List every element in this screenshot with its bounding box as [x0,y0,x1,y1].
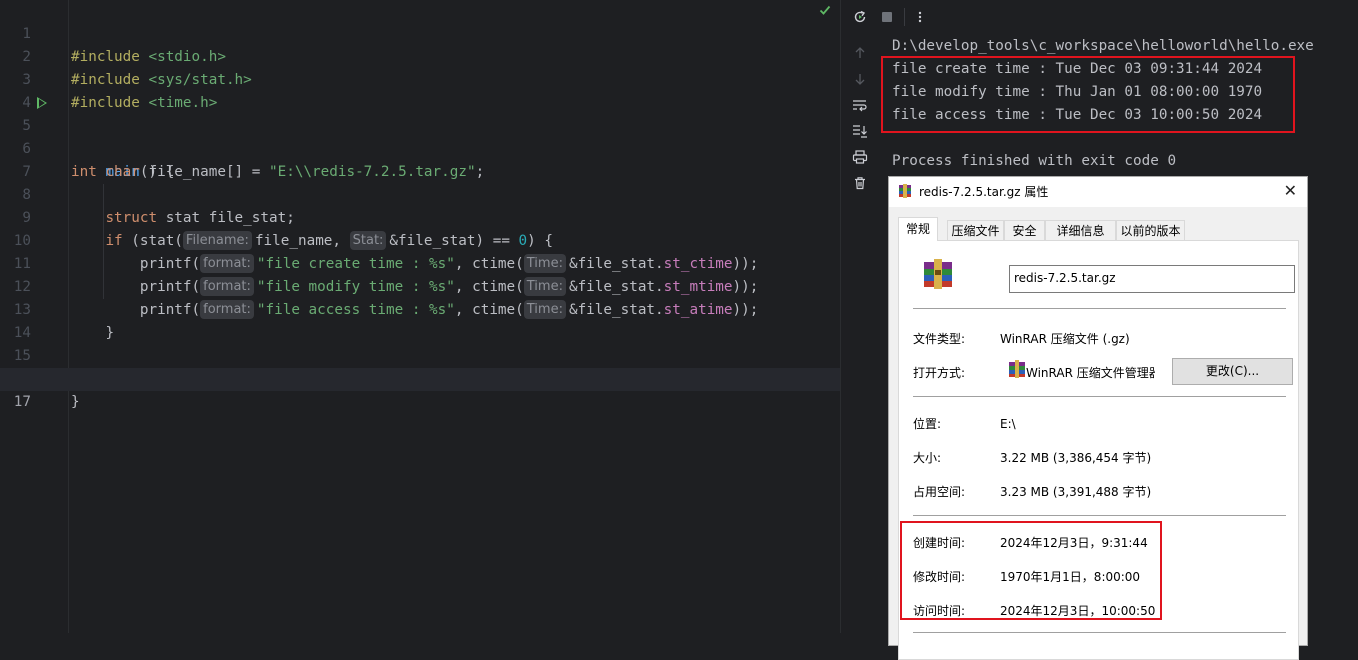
code-line-3[interactable]: 3 #include <time.h> [0,46,840,111]
soft-wrap-icon[interactable] [849,94,871,116]
tab-previous-versions[interactable]: 以前的版本 [1116,220,1185,240]
console-exit-message: Process finished with exit code 0 [892,153,1177,169]
divider [913,396,1286,397]
code-line-15[interactable]: 15 return 0; [0,322,840,387]
location-label: 位置: [913,417,942,431]
dialog-titlebar[interactable]: redis-7.2.5.tar.gz 属性 ✕ [889,177,1307,207]
open-with-label: 打开方式: [913,366,966,380]
size-label: 大小: [913,451,942,465]
location-value: E:\ [1000,417,1016,431]
file-type-value: WinRAR 压缩文件 (.gz) [1000,332,1130,346]
code-editor[interactable]: 1 #include <stdio.h> 2 #include <sys/sta… [0,0,840,633]
more-options-icon[interactable] [909,6,931,28]
code-line-7[interactable]: 7 [0,138,840,180]
tab-details[interactable]: 详细信息 [1045,220,1116,240]
code-line-12[interactable]: 12 printf(format: "file access time : %s"… [0,253,840,319]
divider [913,515,1286,516]
code-line-2[interactable]: 2 #include <sys/stat.h> [0,23,840,88]
code-line-1[interactable]: 1 #include <stdio.h> [0,0,840,65]
code-token: } [71,394,80,410]
close-icon[interactable]: ✕ [1284,183,1297,199]
scroll-to-end-icon[interactable] [849,120,871,142]
dialog-title: redis-7.2.5.tar.gz 属性 [919,185,1049,199]
tab-general[interactable]: 常规 [898,217,938,241]
highlight-box-console [881,56,1295,133]
code-line-16[interactable]: 16 } [0,345,840,410]
disk-size-label: 占用空间: [913,485,966,499]
winrar-app-icon [1009,360,1025,378]
code-line-6[interactable]: 6 char file_name[] = "E:\\redis-7.2.5.ta… [0,115,840,180]
open-with-value: WinRAR 压缩文件管理器 [1026,366,1155,380]
rerun-icon[interactable] [849,6,871,28]
code-line-17[interactable]: 17 [0,368,840,410]
code-line-11[interactable]: 11 printf(format: "file modify time : %s"… [0,230,840,296]
line-number: 17 [13,394,31,410]
stop-icon[interactable] [876,6,898,28]
highlight-box-timestamps [900,521,1162,620]
change-button[interactable]: 更改(C)... [1172,358,1293,385]
code-line-10[interactable]: 10 printf(format: "file create time : %s"… [0,207,840,273]
winrar-icon [899,184,911,198]
run-gutter-icon[interactable] [37,97,47,109]
check-icon[interactable] [819,4,831,16]
size-value: 3.22 MB (3,386,454 字节) [1000,451,1152,465]
code-line-4[interactable]: 4 [0,69,840,111]
file-type-label: 文件类型: [913,332,966,346]
arrow-up-icon[interactable] [849,42,871,64]
print-icon[interactable] [849,146,871,168]
code-line-5[interactable]: 5 int main() { [0,92,840,180]
code-line-9[interactable]: 9 if (stat(Filename: file_name, Stat: &fil… [0,184,840,250]
divider [913,308,1286,309]
tab-security[interactable]: 安全 [1004,220,1045,240]
disk-size-value: 3.23 MB (3,391,488 字节) [1000,485,1152,499]
console-exe-path: D:\develop_tools\c_workspace\helloworld\… [892,38,1314,54]
trash-icon[interactable] [849,172,871,194]
tab-archive[interactable]: 压缩文件 [947,220,1004,240]
toolbar-separator [904,8,905,26]
file-name-input[interactable]: redis-7.2.5.tar.gz [1009,265,1295,293]
winrar-archive-icon [924,259,952,289]
code-line-8[interactable]: 8 struct stat file_stat; [0,161,840,226]
arrow-down-icon[interactable] [849,68,871,90]
code-line-13[interactable]: 13 } [0,276,840,341]
code-line-14[interactable]: 14 [0,299,840,341]
